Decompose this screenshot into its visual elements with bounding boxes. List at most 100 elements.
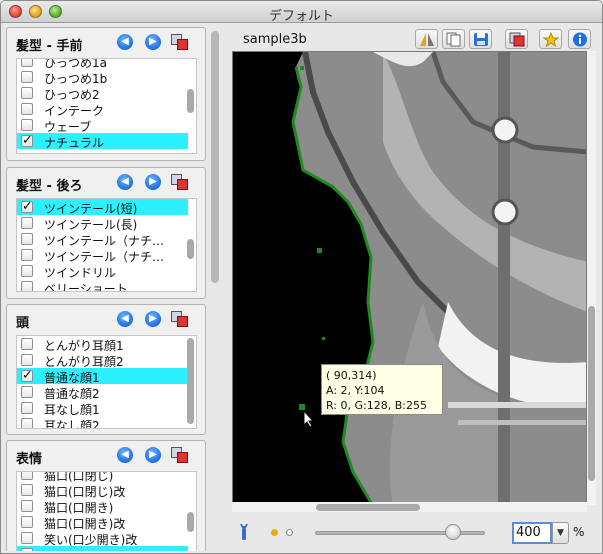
checkbox[interactable]	[21, 265, 33, 277]
checkbox[interactable]	[21, 338, 33, 350]
copy-button[interactable]	[442, 29, 465, 49]
color-mode-dot-active[interactable]	[271, 529, 278, 536]
list-item-selected[interactable]: ✓ ナチュラル	[17, 133, 188, 150]
list-item[interactable]: ツインテール（ナチ…	[17, 231, 188, 248]
parts-list[interactable]: ✓ ツインテール(短) ツインテール(長) ツインテール（ナチ… ツインテール（ナ…	[16, 198, 197, 292]
copy-layers-button[interactable]	[171, 311, 189, 328]
list-item[interactable]: ひっつめ1a	[17, 59, 188, 70]
checkbox-checked[interactable]: ✓	[21, 200, 33, 213]
pixel-coords: ( 90,314)	[326, 369, 377, 382]
list-item[interactable]: 耳なし顔2	[17, 416, 188, 428]
list-item[interactable]: 普通な顔2	[17, 384, 188, 401]
checkbox[interactable]	[21, 418, 33, 428]
panel-header: 髪型 - 手前 ◀ ▶	[7, 28, 205, 56]
copy-layers-button[interactable]	[171, 34, 189, 51]
list-scrollbar[interactable]	[187, 239, 194, 259]
parts-list[interactable]: 猫口(口閉じ) 猫口(口閉じ)改 猫口(口開き) 猫口(口開き)改 笑い(口少開…	[16, 471, 197, 551]
list-item[interactable]: 猫口(口開き)改	[17, 514, 188, 531]
flip-button[interactable]	[415, 29, 438, 49]
checkbox[interactable]	[21, 249, 33, 261]
favorite-button[interactable]	[539, 29, 562, 49]
checkbox-checked[interactable]: ✓	[21, 369, 33, 382]
checkbox[interactable]	[21, 500, 33, 512]
info-button[interactable]	[568, 29, 591, 49]
list-scrollbar[interactable]	[187, 89, 194, 113]
checkbox[interactable]	[21, 472, 33, 480]
color-mode-dot[interactable]	[286, 529, 293, 536]
zoom-input[interactable]: 400	[512, 522, 552, 544]
list-content: ひっつめ1a ひっつめ1b ひっつめ2 インテーク ウェーブ ✓ ナチュラル	[17, 59, 188, 150]
panel-header: 髪型 - 後ろ ◀ ▶	[7, 168, 205, 196]
list-item[interactable]: 猫口(口開き)	[17, 498, 188, 515]
parts-list[interactable]: とんがり耳顔1 とんがり耳顔2 ✓ 普通な顔1 普通な顔2 耳なし顔1 耳なし顔2	[16, 335, 197, 429]
previous-button[interactable]: ◀	[117, 174, 133, 190]
wrench-icon[interactable]	[237, 523, 251, 541]
checkbox[interactable]	[21, 354, 33, 366]
copy-layers-button[interactable]	[171, 447, 189, 464]
list-item-selected[interactable]: ✓ ツインテール(短)	[17, 199, 188, 216]
list-item[interactable]: ウェーブ	[17, 117, 188, 134]
list-item[interactable]: ひっつめ1b	[17, 69, 188, 86]
list-item[interactable]: ひっつめ2	[17, 85, 188, 102]
scrollbar-thumb[interactable]	[316, 504, 420, 511]
panel-hair-back: 髪型 - 後ろ ◀ ▶ ✓ ツインテール(短) ツインテール(長) ツインテール（…	[6, 167, 206, 299]
preview-pane: sample3b (90,314) A: 2, Y:104 R: 0, G:1…	[229, 27, 599, 551]
list-item[interactable]: 笑い(口少開き)改	[17, 530, 188, 547]
next-button[interactable]: ▶	[145, 311, 161, 327]
canvas-horizontal-scrollbar[interactable]	[232, 502, 587, 512]
list-scrollbar[interactable]	[187, 338, 194, 424]
checkbox[interactable]	[21, 71, 33, 83]
list-scrollbar[interactable]	[187, 512, 194, 532]
list-item[interactable]: とんがり耳顔1	[17, 336, 188, 353]
list-item[interactable]: ベリーショート	[17, 279, 188, 291]
checkbox[interactable]	[21, 233, 33, 245]
checkbox[interactable]	[21, 484, 33, 496]
zoom-slider-knob[interactable]	[444, 524, 461, 540]
list-item[interactable]: ツインドリル	[17, 263, 188, 280]
list-item[interactable]: インテーク	[17, 101, 188, 118]
checkbox-checked[interactable]: ✓	[21, 134, 33, 147]
checkbox[interactable]	[21, 119, 33, 131]
checkbox[interactable]	[21, 217, 33, 229]
star-icon	[543, 32, 559, 47]
zoom-dropdown[interactable]: ▼	[552, 522, 569, 544]
previous-button[interactable]: ◀	[117, 311, 133, 327]
list-item[interactable]: 耳なし顔1	[17, 400, 188, 417]
parts-list[interactable]: ひっつめ1a ひっつめ1b ひっつめ2 インテーク ウェーブ ✓ ナチュラル	[16, 58, 197, 154]
next-button[interactable]: ▶	[145, 174, 161, 190]
window-title: デフォルト	[268, 9, 334, 24]
next-button[interactable]: ▶	[145, 447, 161, 463]
list-item-selected[interactable]	[17, 546, 188, 551]
checkbox[interactable]	[21, 532, 33, 544]
pixel-alpha: A: 2, Y:104	[326, 384, 385, 397]
character-preview-image	[233, 52, 586, 504]
checkbox[interactable]	[21, 281, 33, 291]
previous-button[interactable]: ◀	[117, 447, 133, 463]
preview-canvas[interactable]: ( 90,314) A: 2, Y:104 R: 0, G:128, B:255	[232, 51, 587, 505]
previous-button[interactable]: ◀	[117, 34, 133, 50]
checkbox[interactable]	[21, 402, 33, 414]
checkbox[interactable]	[21, 59, 33, 67]
list-item-selected[interactable]: ✓ 普通な顔1	[17, 368, 188, 385]
parts-pane-scrollbar[interactable]	[211, 31, 219, 283]
checkbox[interactable]	[21, 87, 33, 99]
scrollbar-thumb[interactable]	[588, 306, 595, 481]
panel-title: 髪型 - 後ろ	[16, 179, 83, 194]
copy-layers-button[interactable]	[171, 174, 189, 191]
panel-hair-front: 髪型 - 手前 ◀ ▶ ひっつめ1a ひっつめ1b ひっつめ2 インテーク ウェ…	[6, 27, 206, 161]
checkbox[interactable]	[21, 548, 33, 551]
list-item[interactable]: とんがり耳顔2	[17, 352, 188, 369]
checkbox[interactable]	[21, 103, 33, 115]
save-button[interactable]	[469, 29, 492, 49]
next-button[interactable]: ▶	[145, 34, 161, 50]
checkbox[interactable]	[21, 516, 33, 528]
checkbox[interactable]	[21, 386, 33, 398]
list-item[interactable]: 猫口(口閉じ)	[17, 472, 188, 483]
list-item[interactable]: 猫口(口閉じ)改	[17, 482, 188, 499]
list-item[interactable]: ツインテール（ナチ…	[17, 247, 188, 264]
list-content: とんがり耳顔1 とんがり耳顔2 ✓ 普通な顔1 普通な顔2 耳なし顔1 耳なし顔2	[17, 336, 188, 428]
list-item[interactable]: ツインテール(長)	[17, 215, 188, 232]
new-window-button[interactable]	[505, 29, 528, 49]
canvas-vertical-scrollbar[interactable]	[587, 51, 596, 505]
title-bar: デフォルト	[1, 1, 602, 24]
